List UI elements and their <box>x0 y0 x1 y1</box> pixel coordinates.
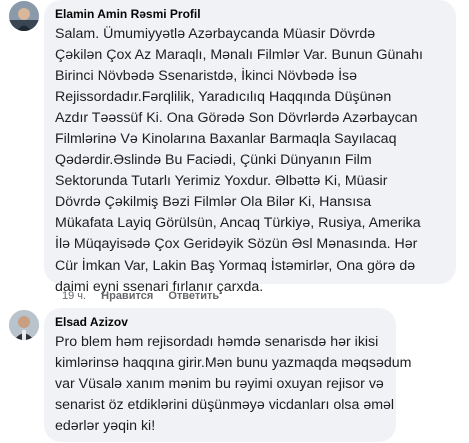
comment-text: Salam. Ümumiyyətlə Azərbaycanda Müasir D… <box>55 24 445 298</box>
profile-photo-icon <box>9 1 39 31</box>
comment-text-line: Filmlərinə Və Kinolarına Baxanlar Barmaq… <box>55 131 397 148</box>
avatar[interactable] <box>9 310 39 340</box>
comment-text-line: Azdır Təəssüf Ki. Ona Görədə Son Dövrlər… <box>55 110 418 127</box>
comment-text-line: var Vüsalə xanım mənim bu rəyimi oxuyan … <box>55 376 384 393</box>
comment-text-line: Qədərdir.Əslində Bu Faciədi, Çünki Dünya… <box>55 152 372 169</box>
comment-bubble: Elamin Amin Rəsmi Profil Salam. Ümumiyyə… <box>44 0 456 295</box>
comment-text-line: Sektorunda Tutarlı Yerimiz Yoxdur. Əlbət… <box>55 173 388 190</box>
comment-actions: 19 ч. Нравится Ответить <box>62 290 231 302</box>
comment-bubble: Elsad Azizov Pro blem həm rejisordadı hə… <box>44 308 412 442</box>
like-button[interactable]: Нравится <box>101 290 153 302</box>
comment-text: Pro blem həm rejisordadı həmdə senarisdə… <box>55 332 412 437</box>
comment-text-line: Birinci Növbədə Ssenaristdə, İkinci Növb… <box>55 68 358 85</box>
comment-author[interactable]: Elamin Amin Rəsmi Profil <box>55 6 445 22</box>
comment-timestamp[interactable]: 19 ч. <box>62 290 86 302</box>
comment-text-line: Salam. Ümumiyyətlə Azərbaycanda Müasir D… <box>55 26 376 42</box>
comment-text-line: senarist öz etdiklərini düşünməyə vicdan… <box>55 397 395 414</box>
comment-text-line: Mükafata Layiq Görülsün, Ancaq Türkiyə, … <box>55 215 421 232</box>
comment-text-line: kimlərinsə haqqına girir.Mən bunu yazmaq… <box>55 355 412 372</box>
comment-text-line: edərlər yəqin ki! <box>55 418 156 435</box>
comment-text-line: Cür İmkan Var, Lakin Baş Yormaq İstəmirl… <box>55 257 416 274</box>
comment-text-line: İlə Müqayisədə Çox Geridəyik Sözün Əsl M… <box>55 236 418 253</box>
comment-text-line: Çəkilən Çox Az Maraqlı, Mənalı Filmlər V… <box>55 47 423 64</box>
comment-author[interactable]: Elsad Azizov <box>55 314 385 330</box>
avatar[interactable] <box>9 1 39 31</box>
reply-button[interactable]: Ответить <box>168 290 219 302</box>
comment-text-line: Pro blem həm rejisordadı həmdə senarisdə… <box>55 334 379 350</box>
comment-text-line: Dövrdə Çəkilmiş Bəzi Filmlər Ola Bilər K… <box>55 194 372 211</box>
comment-text-line: Rejissordadır.Fərqlilik, Yaradıcılıq Haq… <box>55 89 392 106</box>
profile-photo-icon <box>9 310 39 340</box>
